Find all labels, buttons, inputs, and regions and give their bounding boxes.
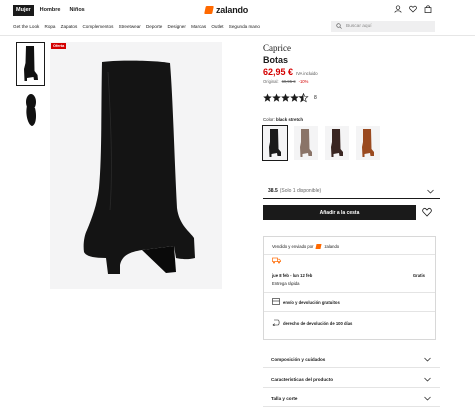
nav-item-designer[interactable]: Designer xyxy=(168,24,186,29)
header-divider xyxy=(0,35,475,36)
product-name: Botas xyxy=(263,55,289,65)
current-price: 62,95 € xyxy=(263,67,294,77)
selected-size: 38.5 xyxy=(268,188,278,194)
delivery-divider xyxy=(264,311,435,312)
zalando-logo-icon xyxy=(204,6,214,14)
accordion-size-fit[interactable]: Talla y corte xyxy=(263,391,440,407)
accordion-label: Talla y corte xyxy=(271,396,298,401)
bag-icon[interactable] xyxy=(424,5,432,13)
search-placeholder: Buscar aquí xyxy=(346,24,372,29)
delivery-info-box: Vendido y enviado por zalando jue 8 feb … xyxy=(263,236,436,340)
delivery-divider xyxy=(264,292,435,293)
color-value: black stretch xyxy=(275,117,304,122)
wishlist-heart-icon[interactable] xyxy=(409,5,417,13)
accordion-label: Características del producto xyxy=(271,377,334,382)
delivery-divider xyxy=(264,254,435,255)
nav-item-marcas[interactable]: Marcas xyxy=(191,24,206,29)
shipping-returns-row: envío y devolución gratuitos xyxy=(272,298,340,306)
chevron-down-icon xyxy=(424,357,431,362)
segment-mujer[interactable]: Mujer xyxy=(13,5,34,16)
thumbnail-sole[interactable] xyxy=(16,90,45,130)
product-brand[interactable]: Caprice xyxy=(263,43,291,53)
return-right-text: derecho de devolución de 100 días xyxy=(283,320,353,326)
chevron-down-icon xyxy=(424,396,431,401)
sold-by-row: Vendido y enviado por zalando xyxy=(272,244,339,249)
zalando-logo-text: zalando xyxy=(216,5,249,15)
nav-item-zapatos[interactable]: Zapatos xyxy=(61,24,78,29)
chevron-down-icon xyxy=(424,377,431,382)
audience-switch: Mujer Hombre Niños xyxy=(13,5,88,16)
return-right-row: derecho de devolución de 100 días xyxy=(272,319,352,327)
rating-count: 8 xyxy=(314,95,317,101)
original-price-block: Original: 69,95 € -10% xyxy=(263,79,308,84)
package-icon xyxy=(272,298,280,306)
accordion-features[interactable]: Características del producto xyxy=(263,372,440,388)
accordion-composition[interactable]: Composición y cuidados xyxy=(263,352,440,368)
color-swatch-dark-brown[interactable] xyxy=(325,126,349,160)
size-availability: (Solo 1 disponible) xyxy=(279,188,322,194)
delivery-dates: jue 8 feb - lun 12 feb xyxy=(272,273,313,278)
delivery-speed: Entrega rápida xyxy=(272,281,300,286)
nav-item-deporte[interactable]: Deporte xyxy=(146,24,162,29)
delivery-truck-icon xyxy=(272,257,281,266)
top-bar: Mujer Hombre Niños zalando xyxy=(0,0,475,18)
zalando-mini-logo-icon xyxy=(315,244,322,249)
account-icon[interactable] xyxy=(394,5,402,13)
shipping-returns-text: envío y devolución gratuitos xyxy=(283,299,340,305)
zalando-logo[interactable]: zalando xyxy=(204,5,249,15)
original-price-label: Original: xyxy=(263,79,279,84)
nav-item-segunda-mano[interactable]: Segunda mano xyxy=(229,24,260,29)
discount-percent: -10% xyxy=(298,79,309,84)
product-image-gallery[interactable]: Oferta xyxy=(50,42,222,289)
boot-sole-thumbnail-image xyxy=(25,94,36,126)
boot-main-image xyxy=(83,60,195,274)
nav-item-complementos[interactable]: Complementos xyxy=(82,24,113,29)
original-price: 69,95 € xyxy=(281,79,296,84)
nav-item-streetwear[interactable]: Streetwear xyxy=(119,24,141,29)
color-swatches xyxy=(262,125,380,161)
chevron-down-icon xyxy=(427,189,434,196)
nav-item-ropa[interactable]: Ropa xyxy=(45,24,56,29)
return-arrow-icon xyxy=(272,319,280,327)
boot-thumbnail-image xyxy=(23,46,38,81)
color-swatch-taupe[interactable] xyxy=(294,126,318,160)
nav-item-outlet[interactable]: Outlet xyxy=(211,24,223,29)
color-swatch-cognac[interactable] xyxy=(356,126,380,160)
search-icon xyxy=(336,22,342,31)
delivery-cost: Gratis xyxy=(412,273,425,278)
wishlist-heart-icon[interactable] xyxy=(422,207,432,219)
sale-badge: Oferta xyxy=(51,43,67,49)
color-label-text: Color: xyxy=(263,117,275,122)
header-icons xyxy=(394,5,432,13)
vat-note: IVA incluido xyxy=(296,71,318,76)
add-to-cart-button[interactable]: Añadir a la cesta xyxy=(263,205,416,220)
thumbnail-front[interactable] xyxy=(16,42,45,86)
sold-by-text: Vendido y enviado por xyxy=(272,244,314,249)
color-swatch-black[interactable] xyxy=(262,125,288,161)
star-rating-icon xyxy=(263,93,309,103)
accordion-label: Composición y cuidados xyxy=(271,357,326,362)
rating-stars[interactable]: 8 xyxy=(263,93,317,103)
size-select[interactable]: 38.5 (Solo 1 disponible) xyxy=(263,184,440,199)
nav-item-get-the-look[interactable]: Get the Look xyxy=(13,24,39,29)
color-label: Color: black stretch xyxy=(263,117,303,122)
segment-ninos[interactable]: Niños xyxy=(66,5,87,16)
segment-hombre[interactable]: Hombre xyxy=(37,5,64,16)
price-block: 62,95 € IVA incluido xyxy=(263,67,318,77)
search-input[interactable]: Buscar aquí xyxy=(331,21,435,32)
seller-name: zalando xyxy=(324,244,340,249)
